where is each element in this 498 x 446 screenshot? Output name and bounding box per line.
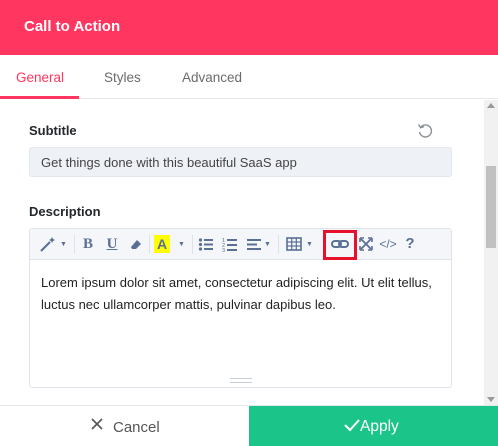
chevron-down-icon[interactable]: ▼ xyxy=(264,241,271,248)
close-icon xyxy=(90,417,104,431)
scroll-down-arrow-icon[interactable] xyxy=(487,397,495,402)
toolbar-divider xyxy=(192,235,193,254)
toolbar-divider xyxy=(149,235,150,254)
bullet-list-icon[interactable] xyxy=(198,235,214,253)
svg-text:3: 3 xyxy=(222,248,225,253)
help-button[interactable]: ? xyxy=(404,235,416,253)
toolbar-divider xyxy=(74,235,75,254)
editor-toolbar: ▼ B U A ▼ 1 2 3 ▼ ▼ </> ? xyxy=(30,229,451,260)
cancel-button-label: Cancel xyxy=(113,419,160,436)
table-icon[interactable] xyxy=(286,235,302,253)
tab-bar: General Styles Advanced xyxy=(0,55,498,99)
active-tab-indicator xyxy=(0,96,79,99)
tab-general[interactable]: General xyxy=(16,70,64,85)
chevron-down-icon[interactable]: ▼ xyxy=(60,241,67,248)
subtitle-label: Subtitle xyxy=(29,123,77,138)
magic-wand-icon[interactable] xyxy=(38,235,58,253)
apply-button[interactable]: Apply xyxy=(249,406,498,446)
chevron-down-icon[interactable]: ▼ xyxy=(178,241,185,248)
numbered-list-icon[interactable]: 1 2 3 xyxy=(222,235,238,253)
fullscreen-icon[interactable] xyxy=(359,235,373,253)
tab-styles[interactable]: Styles xyxy=(104,70,141,85)
subtitle-input[interactable]: Get things done with this beautiful SaaS… xyxy=(29,147,452,177)
chevron-down-icon[interactable]: ▼ xyxy=(306,241,313,248)
reset-icon[interactable] xyxy=(416,122,434,140)
settings-panel: Subtitle Get things done with this beaut… xyxy=(0,100,484,405)
modal-header: Call to Action xyxy=(0,0,498,55)
tab-advanced[interactable]: Advanced xyxy=(182,70,242,85)
modal-title: Call to Action xyxy=(24,18,121,35)
highlight-color-button[interactable]: A xyxy=(154,235,170,253)
checkmark-icon xyxy=(344,418,360,432)
modal-footer: Cancel Apply xyxy=(0,405,498,446)
link-button-highlight xyxy=(323,230,357,260)
editor-content[interactable]: Lorem ipsum dolor sit amet, consectetur … xyxy=(41,272,441,316)
scroll-thumb[interactable] xyxy=(486,166,496,248)
toolbar-divider xyxy=(278,235,279,254)
align-icon[interactable] xyxy=(246,235,262,253)
eraser-icon[interactable] xyxy=(128,235,144,253)
code-view-button[interactable]: </> xyxy=(377,235,399,253)
description-label: Description xyxy=(29,204,101,219)
rich-text-editor[interactable]: ▼ B U A ▼ 1 2 3 ▼ ▼ </> ? Lorem ipsum do… xyxy=(29,228,452,388)
cancel-button[interactable]: Cancel xyxy=(0,406,249,446)
scroll-up-arrow-icon[interactable] xyxy=(487,103,495,108)
apply-button-label: Apply xyxy=(360,418,399,435)
bold-button[interactable]: B xyxy=(81,235,95,253)
resize-handle[interactable] xyxy=(230,378,252,383)
scrollbar[interactable] xyxy=(484,100,498,405)
underline-button[interactable]: U xyxy=(105,235,119,253)
